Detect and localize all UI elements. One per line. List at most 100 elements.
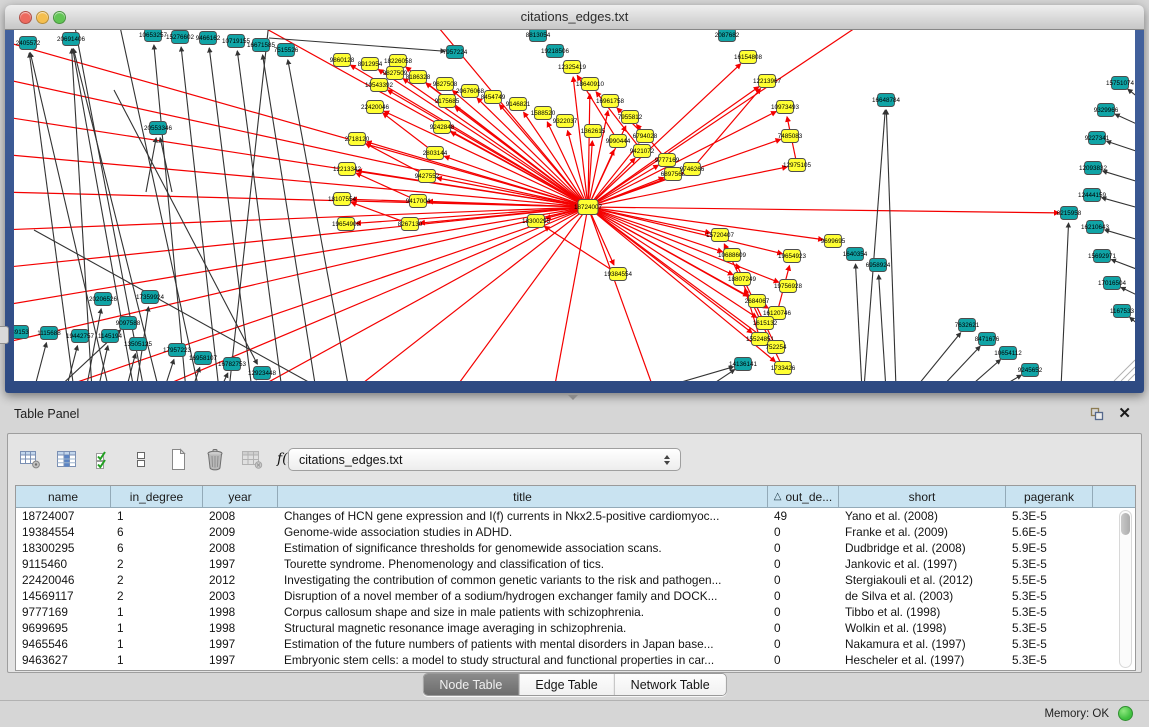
column-header-year[interactable]: year — [203, 486, 278, 508]
cell-pagerank[interactable]: 5.3E-5 — [1006, 589, 1093, 603]
cell-short[interactable]: Jankovic et al. (1997) — [839, 557, 1006, 571]
cell-pagerank[interactable]: 5.3E-5 — [1006, 653, 1093, 667]
cell-title[interactable]: Corpus callosum shape and size in male p… — [278, 605, 768, 619]
column-header-in_degree[interactable]: in_degree — [111, 486, 203, 508]
cell-in_degree[interactable]: 2 — [111, 573, 203, 587]
graph-edge[interactable] — [1102, 198, 1135, 208]
table-tabs-segmented-control[interactable]: Node TableEdge TableNetwork Table — [422, 673, 726, 696]
cell-in_degree[interactable]: 6 — [111, 541, 203, 555]
graph-edge[interactable] — [1128, 89, 1135, 98]
cell-pagerank[interactable]: 5.3E-5 — [1006, 557, 1093, 571]
graph-edge[interactable] — [554, 207, 588, 381]
cell-short[interactable]: Stergiakouli et al. (2012) — [839, 573, 1006, 587]
citation-network-graph[interactable]: 1872400718300295986012889129541822605898… — [14, 30, 1135, 381]
cell-out_de[interactable]: 0 — [768, 605, 839, 619]
cell-short[interactable]: Dudbridge et al. (2008) — [839, 541, 1006, 555]
cell-in_degree[interactable]: 1 — [111, 605, 203, 619]
cell-year[interactable]: 2008 — [203, 509, 278, 523]
graph-edge[interactable] — [354, 207, 588, 381]
graph-edge[interactable] — [1111, 260, 1135, 270]
graph-edge[interactable] — [14, 207, 588, 268]
cell-in_degree[interactable]: 2 — [111, 589, 203, 603]
cell-year[interactable]: 1997 — [203, 653, 278, 667]
select-all-checks-icon[interactable] — [92, 447, 116, 471]
cell-short[interactable]: Yano et al. (2008) — [839, 509, 1006, 523]
graph-edge[interactable] — [54, 207, 588, 381]
cell-name[interactable]: 9463627 — [16, 653, 111, 667]
cell-name[interactable]: 18300295 — [16, 541, 111, 555]
cell-short[interactable]: Tibbo et al. (1998) — [839, 605, 1006, 619]
cell-pagerank[interactable]: 5.3E-5 — [1006, 509, 1093, 523]
row-height-icon[interactable] — [129, 447, 153, 471]
cell-out_de[interactable]: 0 — [768, 653, 839, 667]
cell-year[interactable]: 2003 — [203, 589, 278, 603]
float-panel-icon[interactable] — [1089, 406, 1105, 422]
table-body[interactable]: 1872400712008Changes of HCN gene express… — [16, 508, 1135, 668]
table-row[interactable]: 977716911998Corpus callosum shape and si… — [16, 604, 1135, 620]
table-row[interactable]: 1456911722003Disruption of a novel membe… — [16, 588, 1135, 604]
cell-out_de[interactable]: 0 — [768, 589, 839, 603]
column-header-short[interactable]: short — [839, 486, 1006, 508]
graph-edge[interactable] — [966, 360, 1000, 381]
cell-short[interactable]: Hescheler et al. (1997) — [839, 653, 1006, 667]
cell-in_degree[interactable]: 1 — [111, 653, 203, 667]
graph-edge[interactable] — [254, 207, 588, 381]
graph-edge[interactable] — [879, 275, 886, 381]
cell-name[interactable]: 14569117 — [16, 589, 111, 603]
table-row[interactable]: 911546021997Tourette syndrome. Phenomeno… — [16, 556, 1135, 572]
graph-edge[interactable] — [14, 207, 588, 306]
table-settings-icon[interactable] — [18, 447, 42, 471]
cell-out_de[interactable]: 0 — [768, 557, 839, 571]
cell-out_de[interactable]: 0 — [768, 637, 839, 651]
tab-node-table[interactable]: Node Table — [423, 674, 519, 695]
cell-short[interactable]: Nakamura et al. (1997) — [839, 637, 1006, 651]
cell-out_de[interactable]: 0 — [768, 525, 839, 539]
cell-pagerank[interactable]: 5.6E-5 — [1006, 525, 1093, 539]
delete-table-trash-icon[interactable] — [203, 447, 227, 471]
graph-edge[interactable] — [588, 207, 1059, 213]
cell-year[interactable]: 2012 — [203, 573, 278, 587]
cell-out_de[interactable]: 0 — [768, 621, 839, 635]
network-window-titlebar[interactable]: citations_edges.txt — [5, 5, 1144, 30]
cell-pagerank[interactable]: 5.3E-5 — [1006, 605, 1093, 619]
cell-name[interactable]: 18724007 — [16, 509, 111, 523]
cell-year[interactable]: 1997 — [203, 637, 278, 651]
graph-edge[interactable] — [154, 45, 186, 381]
cell-short[interactable]: de Silva et al. (2003) — [839, 589, 1006, 603]
close-panel-icon[interactable]: ✕ — [1118, 404, 1131, 422]
table-vertical-scrollbar[interactable] — [1119, 510, 1132, 668]
table-row[interactable]: 1938455462009Genome-wide association stu… — [16, 524, 1135, 540]
cell-year[interactable]: 1998 — [203, 621, 278, 635]
cell-short[interactable]: Franke et al. (2009) — [839, 525, 1006, 539]
graph-edge[interactable] — [1115, 114, 1135, 125]
graph-edge[interactable] — [164, 360, 174, 381]
cell-name[interactable]: 22420046 — [16, 573, 111, 587]
cell-title[interactable]: Changes of HCN gene expression and I(f) … — [278, 509, 768, 523]
graph-edge[interactable] — [388, 90, 588, 207]
graph-edge[interactable] — [1121, 287, 1135, 296]
cell-in_degree[interactable]: 1 — [111, 637, 203, 651]
graph-edge[interactable] — [996, 375, 1021, 381]
column-header-out_de[interactable]: △out_de... — [768, 486, 839, 508]
graph-edge[interactable] — [126, 354, 135, 381]
graph-edge[interactable] — [1105, 230, 1135, 240]
graph-edge[interactable] — [1130, 317, 1135, 325]
panel-drawer-handle[interactable] — [0, 326, 9, 344]
graph-edge[interactable] — [237, 51, 282, 381]
table-row[interactable]: 946362711997Embryonic stem cells: a mode… — [16, 652, 1135, 668]
tab-network-table[interactable]: Network Table — [615, 674, 726, 695]
graph-edge[interactable] — [886, 110, 896, 381]
cell-out_de[interactable]: 0 — [768, 573, 839, 587]
cell-year[interactable]: 1998 — [203, 605, 278, 619]
graph-edge[interactable] — [14, 207, 588, 344]
column-header-pagerank[interactable]: pagerank — [1006, 486, 1093, 508]
graph-edge[interactable] — [160, 138, 172, 192]
cell-year[interactable]: 2008 — [203, 541, 278, 555]
cell-pagerank[interactable]: 5.3E-5 — [1006, 621, 1093, 635]
cell-in_degree[interactable]: 1 — [111, 621, 203, 635]
table-row[interactable]: 969969511998Structural magnetic resonanc… — [16, 620, 1135, 636]
resize-grip[interactable] — [1128, 374, 1135, 381]
table-row[interactable]: 2242004622012Investigating the contribut… — [16, 572, 1135, 588]
cell-pagerank[interactable]: 5.9E-5 — [1006, 541, 1093, 555]
table-row[interactable]: 1830029562008Estimation of significance … — [16, 540, 1135, 556]
